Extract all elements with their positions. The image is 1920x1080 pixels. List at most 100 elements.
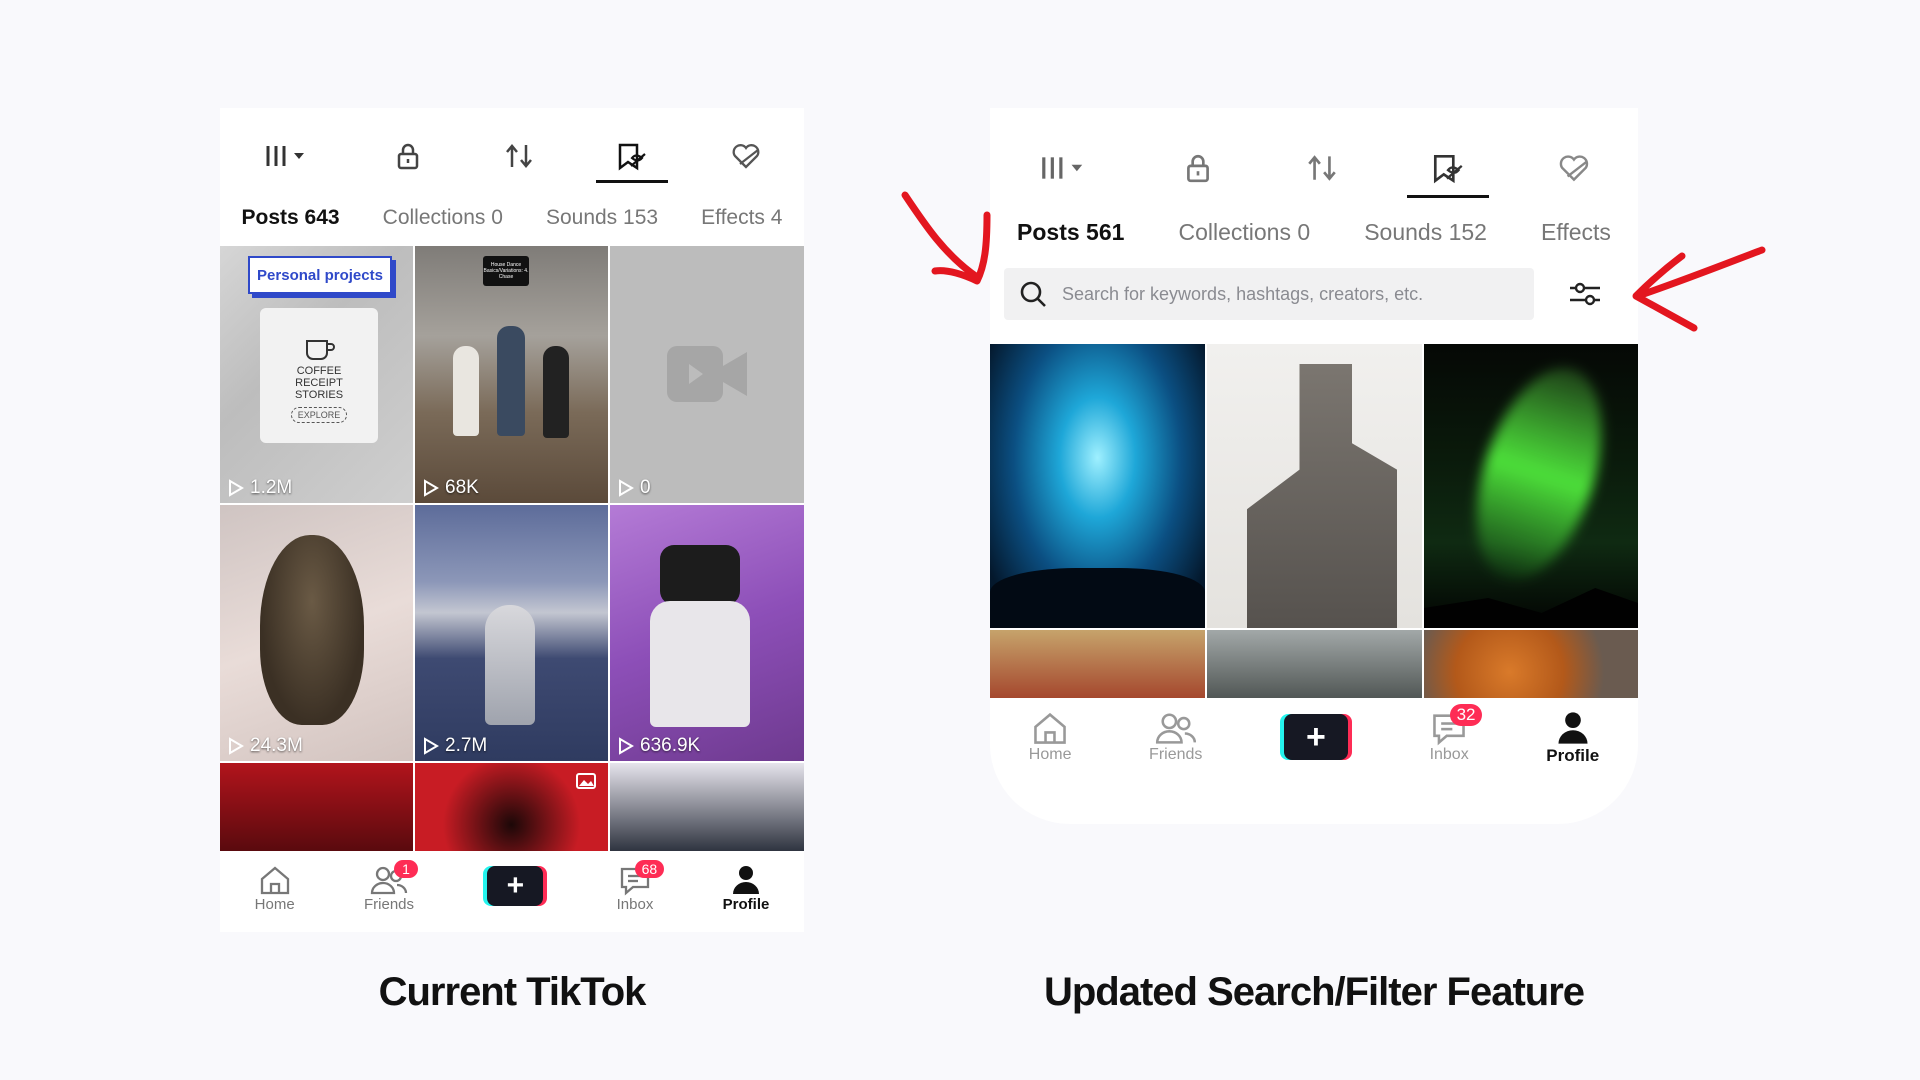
- mountain-silhouette: [1424, 588, 1638, 628]
- profile-icon-tabs: [220, 136, 804, 183]
- dance-title-card: House Dance Basics/Variations: 4. Chase: [483, 256, 529, 286]
- arrow-to-filter-button: [1632, 246, 1766, 332]
- video-tile[interactable]: [220, 763, 413, 851]
- repost-icon[interactable]: [1305, 152, 1339, 184]
- video-tile[interactable]: [1424, 344, 1638, 628]
- bottom-nav: Home Friends 1 + Inbox 68 Profile: [220, 854, 804, 932]
- dancer-figure: [543, 346, 569, 438]
- view-count: 68K: [423, 477, 479, 499]
- updated-search-filter-panel: Posts 561 Collections 0 Sounds 152 Effec…: [990, 108, 1638, 824]
- inbox-badge: 68: [634, 860, 665, 878]
- filter-sliders-icon: [1570, 282, 1600, 306]
- video-tile[interactable]: House Dance Basics/Variations: 4. Chase …: [415, 246, 608, 503]
- friends-icon: [1155, 713, 1196, 744]
- plush-toy: [260, 535, 364, 725]
- lock-icon[interactable]: [393, 141, 423, 171]
- profile-text-tabs: Posts 561 Collections 0 Sounds 152 Effec…: [990, 212, 1638, 252]
- video-tile[interactable]: 24.3M: [220, 505, 413, 761]
- liked-icon[interactable]: [596, 141, 669, 183]
- caption-current: Current TikTok: [378, 970, 647, 1014]
- nav-home[interactable]: Home: [255, 864, 295, 913]
- favorites-heart-icon[interactable]: [1557, 152, 1593, 184]
- liked-icon[interactable]: [1406, 152, 1489, 198]
- profile-icon: [1558, 712, 1588, 744]
- grid-menu-icon[interactable]: [260, 141, 312, 171]
- video-tile[interactable]: [1424, 630, 1638, 700]
- poster-button-text: EXPLORE: [290, 406, 348, 423]
- aurora: [1452, 352, 1626, 596]
- play-icon: [619, 737, 634, 755]
- play-icon: [619, 479, 634, 497]
- poster-card: COFFEE RECEIPT STORIES EXPLORE: [260, 308, 378, 443]
- nav-create[interactable]: +: [1279, 710, 1352, 760]
- nav-inbox[interactable]: Inbox 68: [617, 860, 665, 913]
- tab-posts[interactable]: Posts 561: [1017, 219, 1124, 246]
- search-icon: [1020, 281, 1046, 307]
- video-tile[interactable]: [990, 344, 1205, 628]
- tab-effects[interactable]: Effects 4: [701, 206, 782, 230]
- nav-friends[interactable]: Friends 1: [364, 860, 418, 913]
- profile-icon-tabs: [990, 146, 1638, 198]
- current-tiktok-profile-panel: Posts 643 Collections 0 Sounds 153 Effec…: [220, 108, 804, 932]
- video-tile[interactable]: 2.7M: [415, 505, 608, 761]
- nav-create[interactable]: +: [483, 864, 548, 906]
- create-plus-icon: +: [487, 866, 544, 906]
- video-tile[interactable]: Personal projects COFFEE RECEIPT STORIES…: [220, 246, 413, 503]
- tab-sounds[interactable]: Sounds 153: [546, 206, 658, 230]
- view-count: 2.7M: [423, 735, 487, 757]
- video-tile[interactable]: [1207, 344, 1422, 628]
- profile-text-tabs: Posts 643 Collections 0 Sounds 153 Effec…: [220, 200, 804, 236]
- arrow-to-search-bar: [901, 191, 991, 285]
- nav-profile[interactable]: Profile: [723, 864, 769, 913]
- favorites-heart-icon[interactable]: [730, 141, 764, 171]
- video-tile[interactable]: [990, 630, 1205, 700]
- search-placeholder: Search for keywords, hashtags, creators,…: [1062, 283, 1424, 304]
- nav-profile[interactable]: Profile: [1546, 710, 1599, 766]
- bottom-nav: Home Friends + Inbox 32 Profile: [990, 698, 1638, 788]
- video-tile[interactable]: [415, 763, 608, 851]
- tab-sounds[interactable]: Sounds 152: [1364, 219, 1487, 246]
- video-placeholder-icon: [667, 346, 747, 402]
- lock-icon[interactable]: [1182, 152, 1214, 184]
- photo-icon: [576, 773, 596, 789]
- video-tile[interactable]: [610, 763, 804, 851]
- caped-figure: [485, 605, 535, 725]
- video-grid: Personal projects COFFEE RECEIPT STORIES…: [220, 246, 804, 851]
- friends-badge: 1: [393, 860, 418, 878]
- tab-posts[interactable]: Posts 643: [242, 206, 340, 230]
- filter-button[interactable]: [1568, 278, 1602, 315]
- repost-icon[interactable]: [503, 141, 535, 171]
- create-plus-button[interactable]: +: [483, 866, 548, 906]
- grid-menu-icon[interactable]: [1035, 152, 1091, 184]
- crowd-silhouette: [990, 568, 1205, 628]
- play-icon: [229, 479, 244, 497]
- dancer-figure: [660, 545, 740, 605]
- view-count: 1.2M: [228, 477, 292, 499]
- tab-collections[interactable]: Collections 0: [1178, 219, 1310, 246]
- active-tab-underline: [1406, 195, 1489, 198]
- caption-updated: Updated Search/Filter Feature: [1043, 970, 1585, 1014]
- video-tile[interactable]: [1207, 630, 1422, 700]
- dancer-figure: [453, 346, 479, 436]
- inbox-badge: 32: [1449, 704, 1483, 726]
- tab-collections[interactable]: Collections 0: [383, 206, 503, 230]
- tab-effects[interactable]: Effects: [1541, 219, 1611, 246]
- nav-friends[interactable]: Friends: [1149, 710, 1202, 764]
- play-icon: [424, 737, 439, 755]
- play-icon: [424, 479, 439, 497]
- video-tile[interactable]: 636.9K: [610, 505, 804, 761]
- create-plus-button[interactable]: +: [1279, 714, 1352, 760]
- home-icon: [260, 866, 289, 895]
- search-bar[interactable]: Search for keywords, hashtags, creators,…: [1004, 268, 1534, 320]
- building: [1247, 364, 1397, 628]
- view-count: 0: [618, 477, 651, 499]
- dancer-figure: [497, 326, 525, 436]
- view-count: 636.9K: [618, 735, 700, 757]
- video-grid: [990, 344, 1638, 700]
- dancer-figure: [650, 601, 750, 727]
- create-plus-icon: +: [1283, 714, 1348, 760]
- video-tile[interactable]: 0: [610, 246, 804, 503]
- nav-home[interactable]: Home: [1029, 710, 1071, 764]
- nav-inbox[interactable]: Inbox 32: [1430, 704, 1483, 764]
- personal-projects-label: Personal projects: [248, 256, 392, 294]
